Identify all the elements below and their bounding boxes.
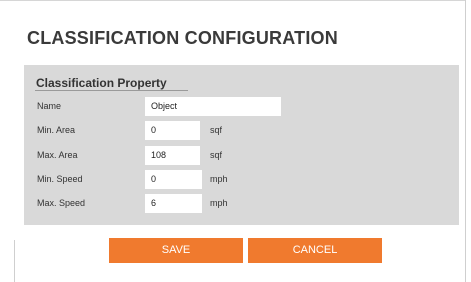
page-title: CLASSIFICATION CONFIGURATION xyxy=(27,28,338,48)
max-area-row: Max. Area sqf xyxy=(24,146,459,166)
panel-title: Classification Property xyxy=(36,76,167,90)
name-input[interactable] xyxy=(145,97,281,116)
min-speed-input[interactable] xyxy=(145,170,202,189)
name-label: Name xyxy=(37,101,62,111)
max-speed-unit: mph xyxy=(210,198,228,208)
min-speed-unit: mph xyxy=(210,174,228,184)
max-area-input[interactable] xyxy=(145,146,200,165)
min-area-row: Min. Area sqf xyxy=(24,121,459,141)
max-area-label: Max. Area xyxy=(37,150,78,160)
min-speed-label: Min. Speed xyxy=(37,174,83,184)
frame-top-border xyxy=(0,0,466,1)
min-speed-row: Min. Speed mph xyxy=(24,170,459,190)
cancel-button[interactable]: CANCEL xyxy=(248,238,382,263)
min-area-unit: sqf xyxy=(210,125,223,135)
frame-left-border xyxy=(14,240,15,282)
max-speed-input[interactable] xyxy=(145,194,202,213)
max-speed-row: Max. Speed mph xyxy=(24,194,459,214)
name-row: Name xyxy=(24,97,459,117)
classification-property-panel: Classification Property Name Min. Area s… xyxy=(24,65,459,225)
max-speed-label: Max. Speed xyxy=(37,198,86,208)
min-area-label: Min. Area xyxy=(37,125,76,135)
min-area-input[interactable] xyxy=(145,121,200,140)
max-area-unit: sqf xyxy=(210,150,223,160)
panel-title-underline xyxy=(35,90,188,91)
frame-right-border xyxy=(465,0,466,282)
save-button[interactable]: SAVE xyxy=(109,238,243,263)
